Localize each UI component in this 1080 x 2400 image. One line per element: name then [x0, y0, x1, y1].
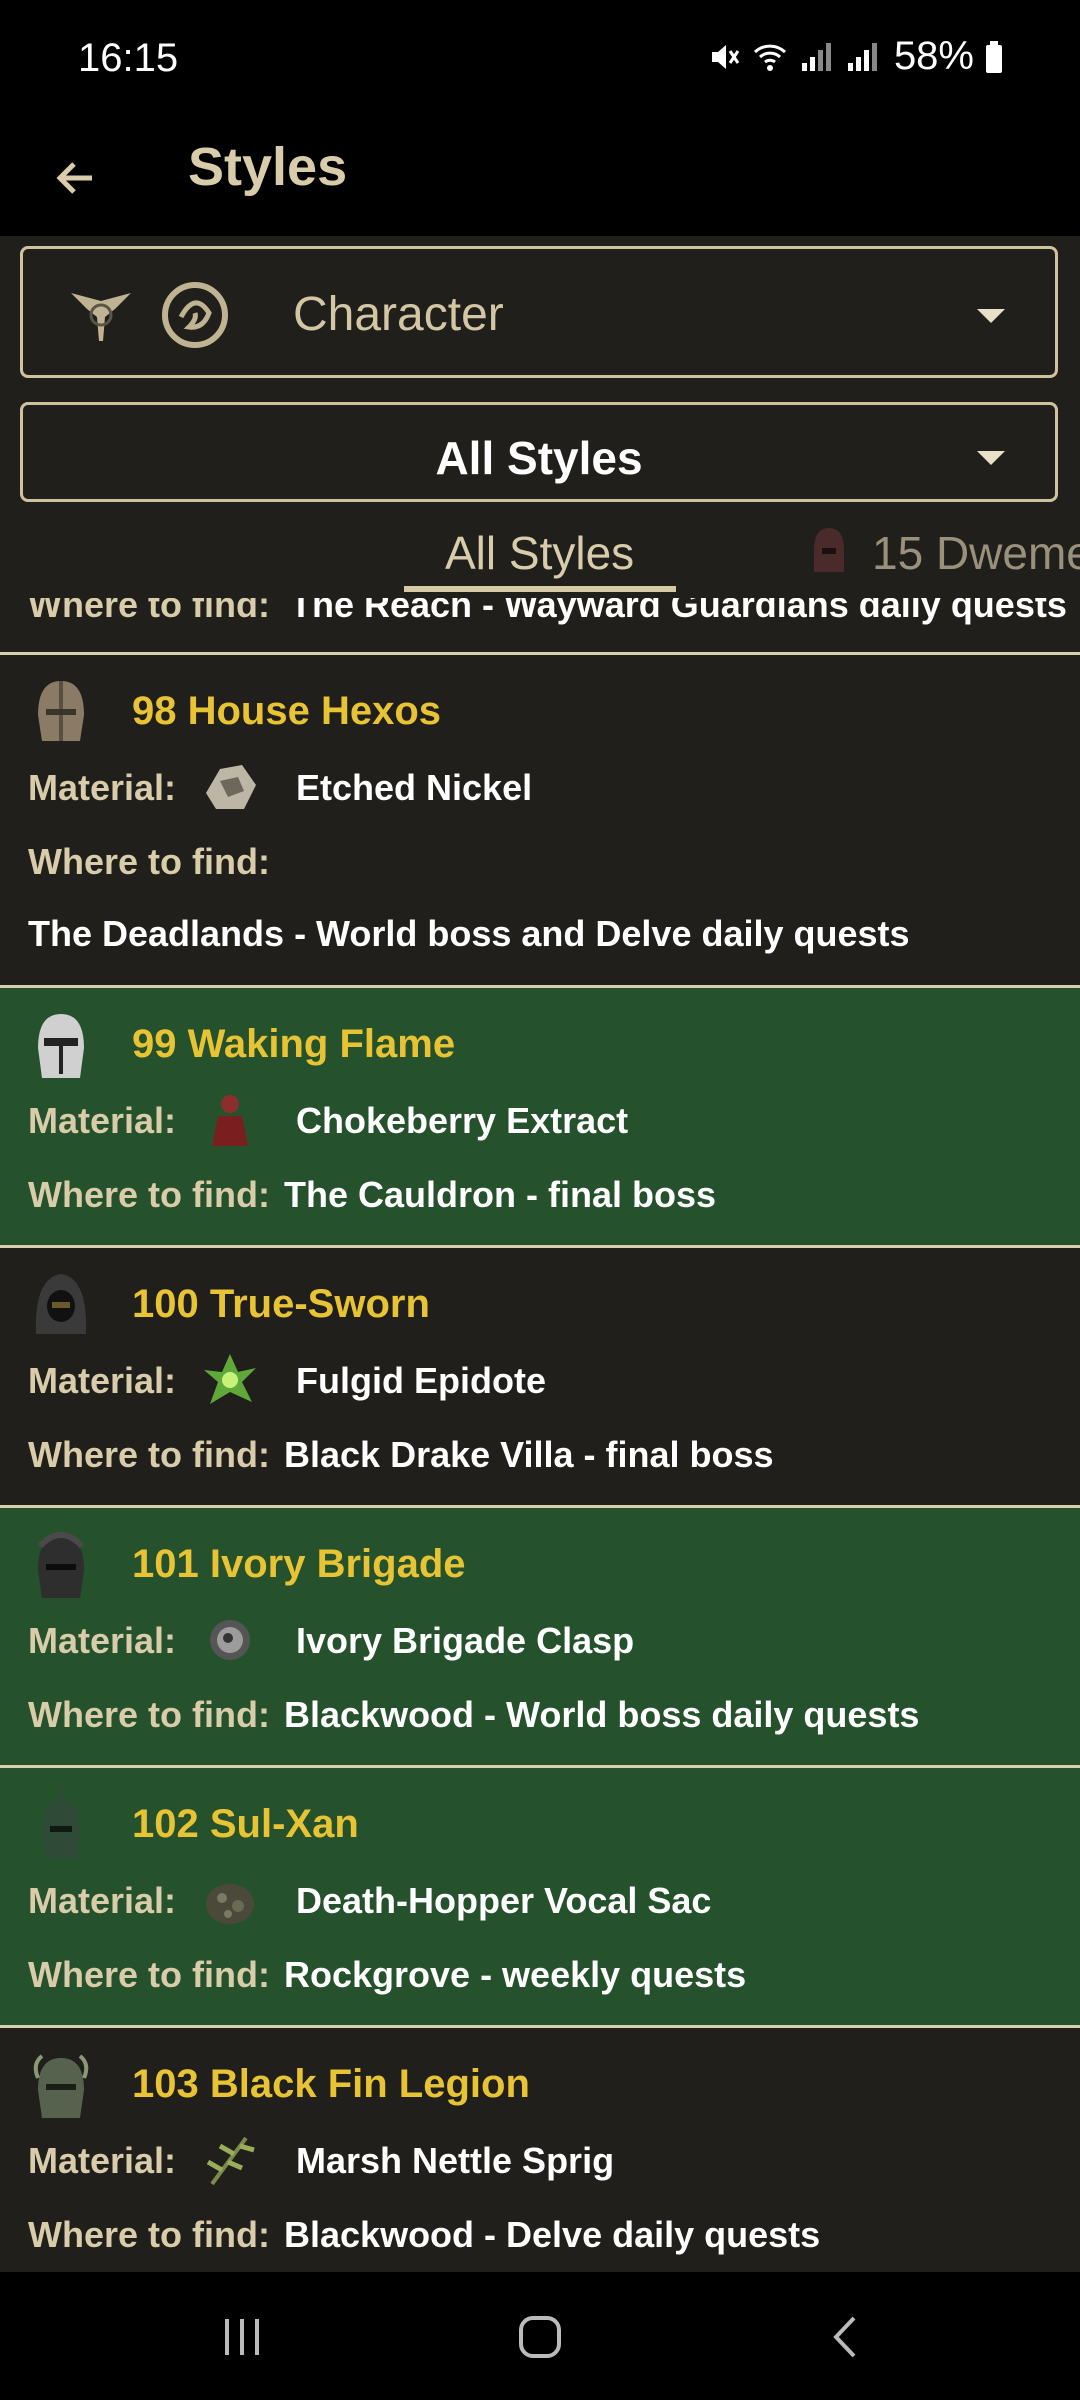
- where-label: Where to find:: [28, 1954, 270, 1995]
- clasp-icon: [210, 1620, 250, 1660]
- styles-dropdown[interactable]: All Styles: [20, 402, 1058, 502]
- content: Character All Styles All Styles 15 Dweme…: [0, 236, 1080, 2272]
- status-time: 16:15: [78, 36, 179, 80]
- where-value: Rockgrove - weekly quests: [284, 1954, 747, 1995]
- style-title: 103 Black Fin Legion: [132, 2062, 530, 2106]
- list-item[interactable]: 100 True-Sworn Material: Fulgid Epidote …: [0, 1245, 1080, 1505]
- status-icons: 58%: [706, 34, 1004, 79]
- helmet-icon: [42, 1790, 80, 1858]
- where-label: Where to find:: [28, 2214, 270, 2255]
- material-value: Chokeberry Extract: [296, 1100, 629, 1141]
- battery-percent: 58%: [893, 34, 974, 78]
- recent-apps-button[interactable]: [202, 2302, 282, 2372]
- where-value: The Deadlands - World boss and Delve dai…: [28, 913, 910, 954]
- where-label: Where to find:: [28, 1434, 270, 1475]
- list-item[interactable]: Where to find: The Reach - Wayward Guardi…: [0, 598, 1080, 652]
- app-bar: Styles: [0, 120, 1080, 236]
- nav-back-button[interactable]: [806, 2302, 886, 2372]
- home-icon: [519, 2316, 561, 2358]
- extract-icon: [212, 1095, 248, 1146]
- ebonheart-emblem-icon: [71, 293, 131, 341]
- navigation-bar: [0, 2272, 1080, 2400]
- helmet-icon: [38, 681, 84, 741]
- chevron-down-icon: [977, 309, 1005, 323]
- material-label: Material:: [28, 767, 177, 808]
- wifi-icon: [753, 44, 786, 71]
- tab-indicator: [404, 586, 676, 592]
- battery-icon: [986, 40, 1002, 73]
- material-label: Material:: [28, 1100, 177, 1141]
- dragon-emblem-icon: [162, 282, 228, 348]
- where-label: Where to find:: [28, 598, 270, 625]
- style-title: 100 True-Sworn: [132, 1282, 430, 1326]
- helmet-icon: [33, 2054, 89, 2118]
- tab-dwemer[interactable]: 15 Dweme: [872, 526, 1080, 580]
- chevron-left-icon: [833, 2316, 856, 2358]
- signal-icon: [801, 42, 831, 71]
- list-item[interactable]: 102 Sul-Xan Material: Death-Hopper Vocal…: [0, 1765, 1080, 2025]
- style-title: 102 Sul-Xan: [132, 1802, 359, 1846]
- category-dropdown[interactable]: Character: [20, 246, 1058, 378]
- mute-icon: [711, 44, 740, 69]
- where-value: Blackwood - World boss daily quests: [284, 1694, 920, 1735]
- material-value: Etched Nickel: [296, 767, 533, 808]
- helmet-icon: [37, 1532, 85, 1598]
- status-bar: 16:15 58%: [0, 0, 1080, 120]
- list-item[interactable]: 98 House Hexos Material: Etched Nickel W…: [0, 652, 1080, 985]
- material-label: Material:: [28, 1360, 177, 1401]
- material-value: Ivory Brigade Clasp: [296, 1620, 635, 1661]
- where-value: Blackwood - Delve daily quests: [284, 2214, 821, 2255]
- back-button[interactable]: [40, 142, 112, 214]
- helmet-icon: [814, 528, 844, 572]
- helmet-icon: [38, 1014, 84, 1078]
- recents-icon: [225, 2319, 259, 2355]
- where-label: Where to find:: [28, 1174, 270, 1215]
- style-title: 101 Ivory Brigade: [132, 1542, 466, 1586]
- tab-all-styles[interactable]: All Styles: [445, 526, 634, 580]
- list-item[interactable]: 101 Ivory Brigade Material: Ivory Brigad…: [0, 1505, 1080, 1765]
- style-title: 99 Waking Flame: [132, 1022, 456, 1066]
- material-value: Marsh Nettle Sprig: [296, 2140, 615, 2181]
- material-value: Fulgid Epidote: [296, 1360, 546, 1401]
- category-label: Character: [293, 288, 504, 341]
- home-button[interactable]: [500, 2302, 580, 2372]
- ore-icon: [206, 765, 256, 809]
- material-label: Material:: [28, 1620, 177, 1661]
- material-value: Death-Hopper Vocal Sac: [296, 1880, 712, 1921]
- signal-icon-2: [847, 42, 877, 71]
- where-value: The Cauldron - final boss: [284, 1174, 717, 1215]
- where-value: The Reach - Wayward Guardians daily ques…: [289, 598, 1067, 625]
- styles-dropdown-label: All Styles: [435, 432, 643, 484]
- material-label: Material:: [28, 1880, 177, 1921]
- style-title: 98 House Hexos: [132, 689, 442, 733]
- hood-icon: [35, 1274, 87, 1334]
- material-label: Material:: [28, 2140, 177, 2181]
- arrow-left-icon: [56, 162, 92, 194]
- vocal-sac-icon: [206, 1884, 254, 1924]
- where-label: Where to find:: [28, 1694, 270, 1735]
- sprig-icon: [206, 2136, 255, 2186]
- styles-list: Where to find: The Reach - Wayward Guardi…: [0, 598, 1080, 2272]
- tab-bar: All Styles 15 Dweme: [0, 518, 1080, 598]
- crystal-icon: [204, 1354, 256, 1404]
- list-item[interactable]: 103 Black Fin Legion Material: Marsh Net…: [0, 2025, 1080, 2272]
- list-item[interactable]: 99 Waking Flame Material: Chokeberry Ext…: [0, 985, 1080, 1245]
- where-value: Black Drake Villa - final boss: [284, 1434, 774, 1475]
- page-title: Styles: [188, 137, 348, 197]
- chevron-down-icon: [977, 451, 1005, 465]
- where-label: Where to find:: [28, 841, 270, 882]
